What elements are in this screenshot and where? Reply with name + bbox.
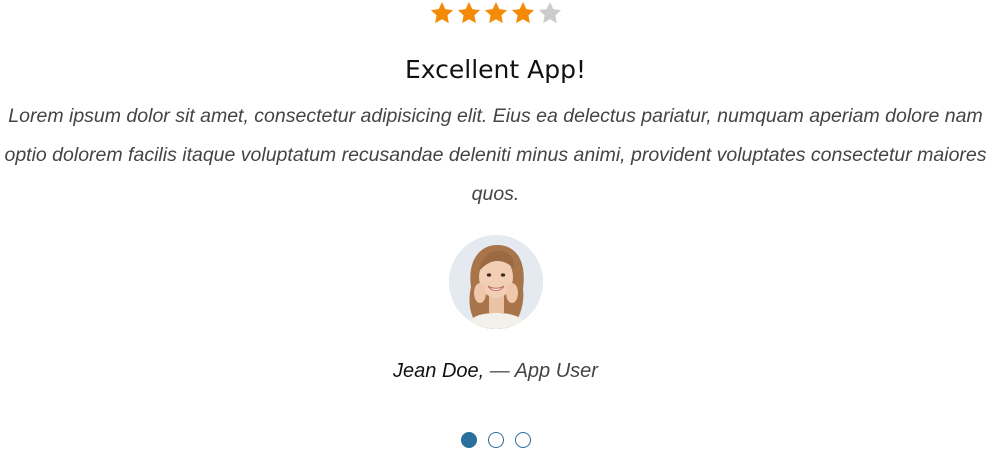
star-rating xyxy=(0,0,991,28)
star-icon xyxy=(510,0,536,26)
avatar-portrait xyxy=(449,235,543,329)
author-role: App User xyxy=(514,360,598,382)
carousel-pagination xyxy=(0,432,991,448)
testimonial-slide: Excellent App! Lorem ipsum dolor sit ame… xyxy=(0,0,991,450)
star-icon xyxy=(456,0,482,26)
star-icon xyxy=(483,0,509,26)
testimonial-quote: Lorem ipsum dolor sit amet, consectetur … xyxy=(4,105,987,205)
carousel-dot[interactable] xyxy=(487,432,504,448)
author-avatar xyxy=(449,235,543,329)
star-icon xyxy=(429,0,455,26)
star-icon xyxy=(537,0,563,26)
testimonial-title: Excellent App! xyxy=(404,55,586,84)
author-credit: Jean Doe, — App User xyxy=(0,357,991,385)
author-name: Jean Doe, xyxy=(393,360,485,382)
carousel-dot[interactable] xyxy=(460,432,477,448)
carousel-dot[interactable] xyxy=(514,432,531,448)
author-separator: — xyxy=(489,360,510,382)
